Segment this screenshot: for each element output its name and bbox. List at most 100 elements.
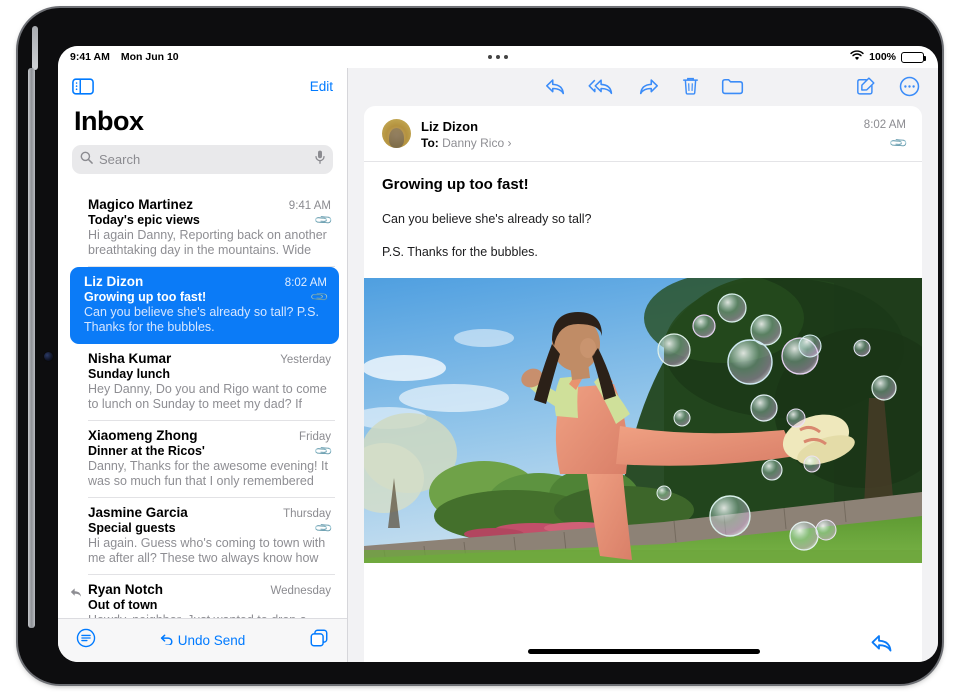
battery-cap (924, 55, 927, 61)
message-subject: Special guests (88, 521, 176, 535)
device-edge-left (28, 68, 35, 628)
status-time: 9:41 AM (70, 51, 110, 63)
recipient-line[interactable]: To: Danny Rico › (421, 136, 511, 150)
message-sender-block: Liz Dizon To: Danny Rico › (421, 119, 511, 150)
subject-line: Special guests 📎 (88, 518, 334, 538)
sender-name: Jasmine Garcia (88, 505, 188, 520)
message-subject: Today's epic views (88, 213, 200, 227)
message-paragraph: Can you believe she's already so tall? (382, 212, 592, 226)
toolbar-right-actions (856, 76, 920, 97)
filter-list-icon[interactable] (76, 628, 96, 653)
sender-name: Magico Martinez (88, 197, 194, 212)
subject-line: Out of town (88, 598, 331, 612)
subject-line: Today's epic views 📎 (88, 210, 334, 230)
dot (504, 55, 508, 59)
message-subject: Out of town (88, 598, 158, 612)
message-subject: Sunday lunch (88, 367, 170, 381)
message-subject: Growing up too fast! (84, 290, 207, 304)
message-toolbar (349, 68, 938, 104)
row-header: Nisha Kumar Yesterday (88, 351, 331, 366)
trash-icon[interactable] (681, 76, 699, 96)
sender-name: Nisha Kumar (88, 351, 172, 366)
toolbar-actions (544, 76, 743, 96)
message-time: 8:02 AM (863, 119, 906, 131)
wifi-icon (850, 50, 864, 64)
search-container: Search (58, 145, 347, 183)
folder-icon[interactable] (721, 77, 743, 95)
search-placeholder: Search (99, 152, 141, 167)
mail-sidebar: Edit Inbox Search Magico Martinez 9:41 A… (58, 68, 348, 662)
search-input[interactable]: Search (72, 145, 333, 174)
message-card: Liz Dizon To: Danny Rico › 8:02 AM 📎 Gro… (364, 106, 922, 626)
row-header: Jasmine Garcia Thursday (88, 505, 331, 520)
undo-send-label: Undo Send (177, 633, 246, 648)
message-body: Growing up too fast! Can you believe she… (364, 162, 922, 259)
mail-list-item[interactable]: Ryan Notch Wednesday Out of town Howdy, nei… (58, 575, 347, 620)
multitasking-dots-icon[interactable] (488, 55, 508, 59)
sidebar-topbar: Edit (58, 68, 347, 104)
undo-send-button[interactable]: Undo Send (160, 633, 246, 648)
forward-icon[interactable] (637, 77, 659, 96)
mail-list-item[interactable]: Nisha Kumar Yesterday Sunday lunch Hey Dann… (58, 344, 347, 421)
subject-line: Dinner at the Ricos' 📎 (88, 441, 334, 461)
sender-name: Liz Dizon (84, 274, 144, 289)
search-icon (80, 151, 93, 169)
recipient-name: Danny Rico (442, 136, 505, 150)
copy-windows-icon[interactable] (309, 628, 329, 653)
ipad-screen: 9:41 AM Mon Jun 10 100% Edit Inbox Searc… (58, 46, 938, 662)
message-time: Wednesday (270, 585, 331, 597)
row-header: Xiaomeng Zhong Friday (88, 428, 331, 443)
front-camera-icon (44, 352, 53, 361)
mail-list-item[interactable]: Xiaomeng Zhong Friday Dinner at the Ricos'… (58, 421, 347, 498)
home-indicator (527, 649, 760, 654)
chevron-right-icon: › (507, 136, 512, 150)
row-header: Magico Martinez 9:41 AM (88, 197, 331, 212)
status-date: Mon Jun 10 (120, 51, 179, 63)
message-preview: Hi again. Guess who's coming to town wit… (88, 536, 326, 565)
paperclip-icon: 📎 (888, 132, 909, 154)
sender-name: Xiaomeng Zhong (88, 428, 198, 443)
message-paragraph: P.S. Thanks for the bubbles. (382, 245, 538, 259)
ipad-device-frame: 9:41 AM Mon Jun 10 100% Edit Inbox Searc… (18, 8, 942, 684)
message-preview: Hi again Danny, Reporting back on anothe… (88, 228, 327, 257)
mail-message-list[interactable]: Magico Martinez 9:41 AM Today's epic views… (58, 190, 347, 620)
device-edge-top (32, 26, 38, 70)
status-bar: 9:41 AM Mon Jun 10 100% (58, 46, 938, 68)
message-detail-pane: Liz Dizon To: Danny Rico › 8:02 AM 📎 Gro… (349, 68, 938, 662)
message-header: Liz Dizon To: Danny Rico › 8:02 AM 📎 (364, 106, 922, 162)
reply-all-icon[interactable] (588, 77, 615, 96)
girl-kicking-with-bubbles-photo[interactable] (364, 278, 922, 563)
microphone-icon[interactable] (315, 150, 325, 169)
message-preview: Can you believe she's already so tall? P… (84, 305, 319, 334)
dot (488, 55, 492, 59)
mail-list-item[interactable]: Jasmine Garcia Thursday Special guests 📎 Hi … (58, 498, 347, 575)
avatar (382, 119, 411, 148)
undo-arrow-icon (160, 633, 174, 648)
battery-icon (901, 51, 927, 63)
replied-arrow-icon (70, 585, 83, 597)
message-subject: Dinner at the Ricos' (88, 444, 205, 458)
more-circle-icon[interactable] (899, 76, 920, 97)
message-time: Yesterday (280, 354, 331, 366)
row-header: Liz Dizon 8:02 AM (84, 274, 327, 289)
row-header: Ryan Notch Wednesday (88, 582, 331, 597)
sidebar-toggle-icon[interactable] (72, 77, 94, 95)
reply-icon[interactable] (544, 77, 566, 96)
status-bar-left: 9:41 AM Mon Jun 10 (70, 51, 179, 63)
message-meta: 8:02 AM 📎 (863, 119, 909, 154)
edit-button[interactable]: Edit (310, 79, 333, 94)
status-bar-right: 100% (850, 50, 927, 64)
message-footer (364, 624, 922, 662)
subject-line: Growing up too fast! 📎 (84, 287, 330, 307)
sidebar-bottom-toolbar: Undo Send (58, 618, 347, 662)
subject-line: Sunday lunch (88, 367, 331, 381)
message-subject: Growing up too fast! (382, 176, 529, 193)
mail-list-item[interactable]: Magico Martinez 9:41 AM Today's epic views… (58, 190, 347, 267)
message-preview: Danny, Thanks for the awesome evening! I… (88, 459, 328, 488)
reply-icon[interactable] (870, 633, 894, 653)
to-label: To: (421, 136, 439, 150)
sender-name: Liz Dizon (421, 119, 479, 134)
mail-list-item[interactable]: Liz Dizon 8:02 AM Growing up too fast! 📎 Can… (70, 267, 339, 344)
compose-icon[interactable] (856, 76, 876, 96)
sender-name: Ryan Notch (88, 582, 164, 597)
